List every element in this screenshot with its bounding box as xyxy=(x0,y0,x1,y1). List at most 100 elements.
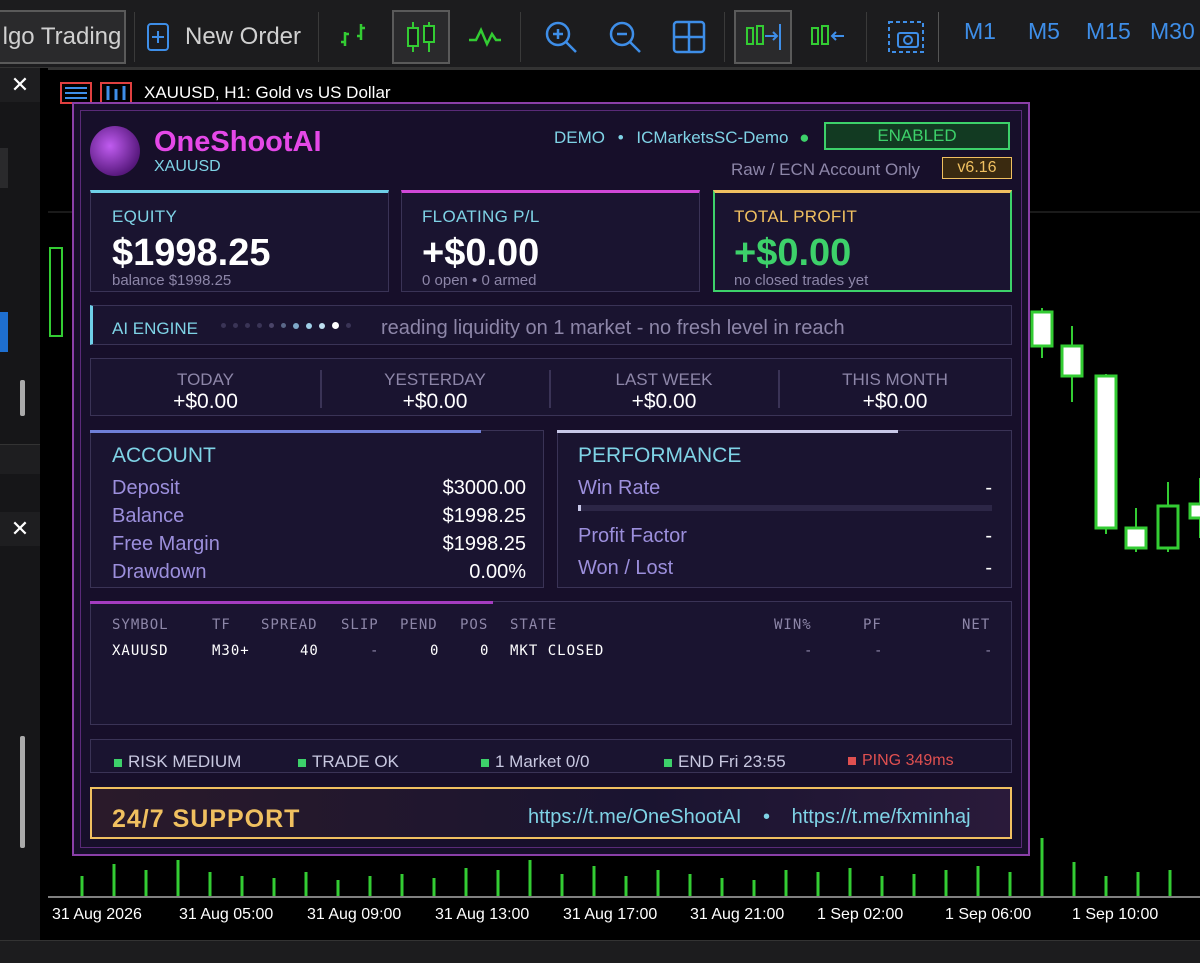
candle xyxy=(1094,374,1118,530)
period-today: TODAY +$0.00 xyxy=(91,370,320,414)
zoom-in-icon xyxy=(545,21,577,53)
cell-spread: 40 xyxy=(300,643,319,659)
period-value: +$0.00 xyxy=(402,390,468,413)
telegram-link-fxminhaj[interactable]: https://t.me/fxminhaj xyxy=(792,806,971,828)
ai-engine-message: reading liquidity on 1 market - no fresh… xyxy=(381,317,845,339)
period-label: YESTERDAY xyxy=(384,370,486,389)
period-label: TODAY xyxy=(177,370,234,389)
close-icon[interactable]: ✕ xyxy=(0,68,40,102)
line-chart-icon xyxy=(469,27,501,47)
floating-sub: 0 open • 0 armed xyxy=(422,272,537,289)
screenshot-button[interactable] xyxy=(880,10,932,64)
chart-shift-button[interactable] xyxy=(734,10,792,64)
time-label: 31 Aug 21:00 xyxy=(690,906,785,923)
brand-symbol: XAUUSD xyxy=(154,158,221,175)
period-value: +$0.00 xyxy=(173,390,238,413)
trade-label: TRADE OK xyxy=(312,752,399,771)
bar-chart-button[interactable] xyxy=(332,10,382,64)
time-axis: 31 Aug 2026 31 Aug 05:00 31 Aug 09:00 31… xyxy=(48,900,1200,936)
drawdown-label: Drawdown xyxy=(112,561,207,583)
end-label: END Fri 23:55 xyxy=(678,752,786,771)
performance-title: PERFORMANCE xyxy=(578,444,742,467)
chart-shift-icon xyxy=(746,24,781,50)
total-profit-sub: no closed trades yet xyxy=(734,272,869,289)
end-status: END Fri 23:55 xyxy=(664,752,786,772)
cell-net: - xyxy=(984,643,994,659)
deposit-value: $3000.00 xyxy=(442,477,526,499)
floating-label: FLOATING P/L xyxy=(422,207,540,226)
panel-divider xyxy=(0,444,40,474)
autoscroll-button[interactable] xyxy=(802,10,854,64)
timeframe-m30[interactable]: M30 xyxy=(1150,18,1195,45)
zoom-out-button[interactable] xyxy=(600,10,650,64)
close-icon[interactable]: ✕ xyxy=(0,512,40,546)
grid-icon xyxy=(672,20,706,54)
won-lost-label: Won / Lost xyxy=(578,557,674,579)
col-spread: SPREAD xyxy=(261,617,318,633)
new-order-button[interactable]: New Order xyxy=(142,10,304,64)
risk-label: RISK MEDIUM xyxy=(128,752,242,771)
brand-name: OneShootAI xyxy=(154,126,322,158)
timeframe-m1[interactable]: M1 xyxy=(964,18,996,45)
free-margin-value: $1998.25 xyxy=(442,533,526,555)
telegram-link-oneshootai[interactable]: https://t.me/OneShootAI xyxy=(528,806,741,828)
account-note: Raw / ECN Account Only xyxy=(731,160,920,179)
win-rate-value: - xyxy=(985,477,992,499)
panel-scrollbar[interactable] xyxy=(20,736,25,848)
profit-factor-value: - xyxy=(985,525,992,547)
free-margin-label: Free Margin xyxy=(112,533,220,555)
algo-trading-label: lgo Trading xyxy=(2,23,122,50)
cell-pos: 0 xyxy=(480,643,490,659)
version-badge: v6.16 xyxy=(942,157,1012,179)
period-label: LAST WEEK xyxy=(615,370,713,389)
mode-label: DEMO xyxy=(554,128,605,147)
candle xyxy=(1030,310,1054,348)
candle xyxy=(49,247,63,337)
zoom-in-button[interactable] xyxy=(536,10,586,64)
account-mode: DEMO • ICMarketsSC-Demo ● xyxy=(554,128,810,147)
algo-trading-button[interactable]: lgo Trading xyxy=(0,10,126,64)
account-title: ACCOUNT xyxy=(112,444,216,467)
col-pos: POS xyxy=(460,617,489,633)
time-label: 31 Aug 13:00 xyxy=(435,906,530,923)
candlestick-icon xyxy=(407,22,435,52)
ai-engine-activity-icon xyxy=(221,322,351,329)
line-chart-button[interactable] xyxy=(460,10,510,64)
market-status: 1 Market 0/0 xyxy=(481,752,590,772)
link-separator: • xyxy=(763,806,771,828)
cell-pf: - xyxy=(874,643,884,659)
equity-value: $1998.25 xyxy=(112,232,271,274)
equity-label: EQUITY xyxy=(112,207,178,226)
time-label: 1 Sep 06:00 xyxy=(945,906,1032,923)
candle xyxy=(1156,504,1180,550)
timeframe-m15[interactable]: M15 xyxy=(1086,18,1131,45)
tile-windows-button[interactable] xyxy=(664,10,714,64)
balance-label: Balance xyxy=(112,505,185,527)
enabled-badge[interactable]: ENABLED xyxy=(824,122,1010,150)
panel-item-selected[interactable] xyxy=(0,312,8,352)
bar-chart-icon xyxy=(341,24,365,46)
col-net: NET xyxy=(962,617,991,633)
panel-scrollbar[interactable] xyxy=(20,380,25,416)
time-label: 31 Aug 2026 xyxy=(52,906,142,923)
risk-status: RISK MEDIUM xyxy=(114,752,241,772)
col-slip: SLIP xyxy=(341,617,379,633)
trade-status: TRADE OK xyxy=(298,752,399,772)
timeframe-m5[interactable]: M5 xyxy=(1028,18,1060,45)
candle xyxy=(1060,344,1084,378)
period-label: THIS MONTH xyxy=(842,370,948,389)
panel-item[interactable] xyxy=(0,148,8,188)
candlestick-chart-button[interactable] xyxy=(392,10,450,64)
cell-symbol: XAUUSD xyxy=(112,643,169,659)
candle xyxy=(1188,502,1200,520)
time-label: 31 Aug 17:00 xyxy=(563,906,658,923)
time-label: 1 Sep 02:00 xyxy=(817,906,904,923)
cell-state: MKT CLOSED xyxy=(510,643,605,659)
time-label: 31 Aug 05:00 xyxy=(179,906,274,923)
period-last-week: LAST WEEK +$0.00 xyxy=(550,370,778,414)
won-lost-value: - xyxy=(985,557,992,579)
autoscroll-icon xyxy=(811,25,844,45)
navigator-panel: ✕ ✕ xyxy=(0,68,40,963)
candle xyxy=(1124,526,1148,550)
support-label: 24/7 SUPPORT xyxy=(112,805,301,833)
